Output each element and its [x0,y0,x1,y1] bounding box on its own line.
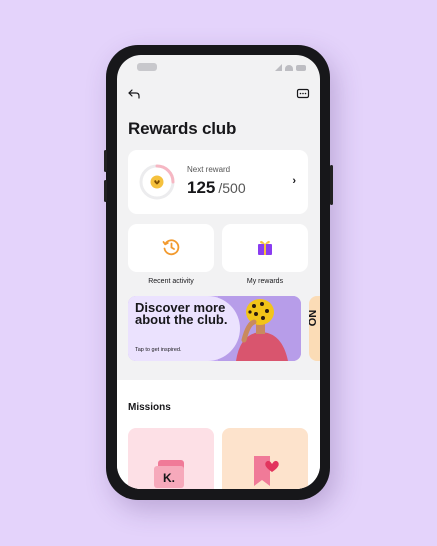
phone-side-button [104,150,107,172]
peek-text: NO [309,309,318,327]
reward-progress-ring [139,164,175,200]
next-banner-peek[interactable]: NO [309,296,320,361]
my-rewards-tile[interactable] [222,224,308,272]
banner-subtext: Tap to get inspired. [135,347,182,353]
points-current: 125 [187,178,216,197]
points-value: 125/500 [187,178,246,198]
recent-activity-tile[interactable] [128,224,214,272]
back-icon[interactable] [127,87,141,101]
recent-activity-label: Recent activity [148,278,194,285]
next-reward-label: Next reward [187,165,231,174]
status-icons [275,64,306,71]
my-rewards-label: My rewards [246,278,284,285]
coin-icon [150,175,164,189]
notification-pill [137,63,157,71]
svg-text:K.: K. [163,471,175,485]
bookmark-heart-icon [254,456,279,486]
page-title: Rewards club [128,119,237,138]
app-screen: Rewards club Next reward 125/500 › Recen… [117,55,320,489]
signal-icon [275,64,282,71]
points-total: /500 [218,180,246,196]
banner-headline: Discover more about the club. [135,300,228,327]
mission-card[interactable]: K. [128,428,214,489]
status-bar [117,61,320,73]
clock-history-icon [162,239,180,256]
battery-icon [296,64,306,71]
gift-icon [258,240,272,255]
missions-title: Missions [128,402,171,413]
top-nav [117,87,320,105]
chevron-right-icon: › [292,175,296,187]
chat-icon[interactable] [296,87,310,101]
phone-power-button [330,165,333,205]
discover-banner[interactable]: Discover more about the club. Tap to get… [128,296,301,361]
phone-side-button [104,180,107,202]
mission-card[interactable] [222,428,308,489]
next-reward-card[interactable]: Next reward 125/500 › [128,150,308,214]
wifi-icon [285,64,293,71]
klarna-card-icon: K. [154,460,184,488]
missions-section: Missions K. [117,380,320,489]
